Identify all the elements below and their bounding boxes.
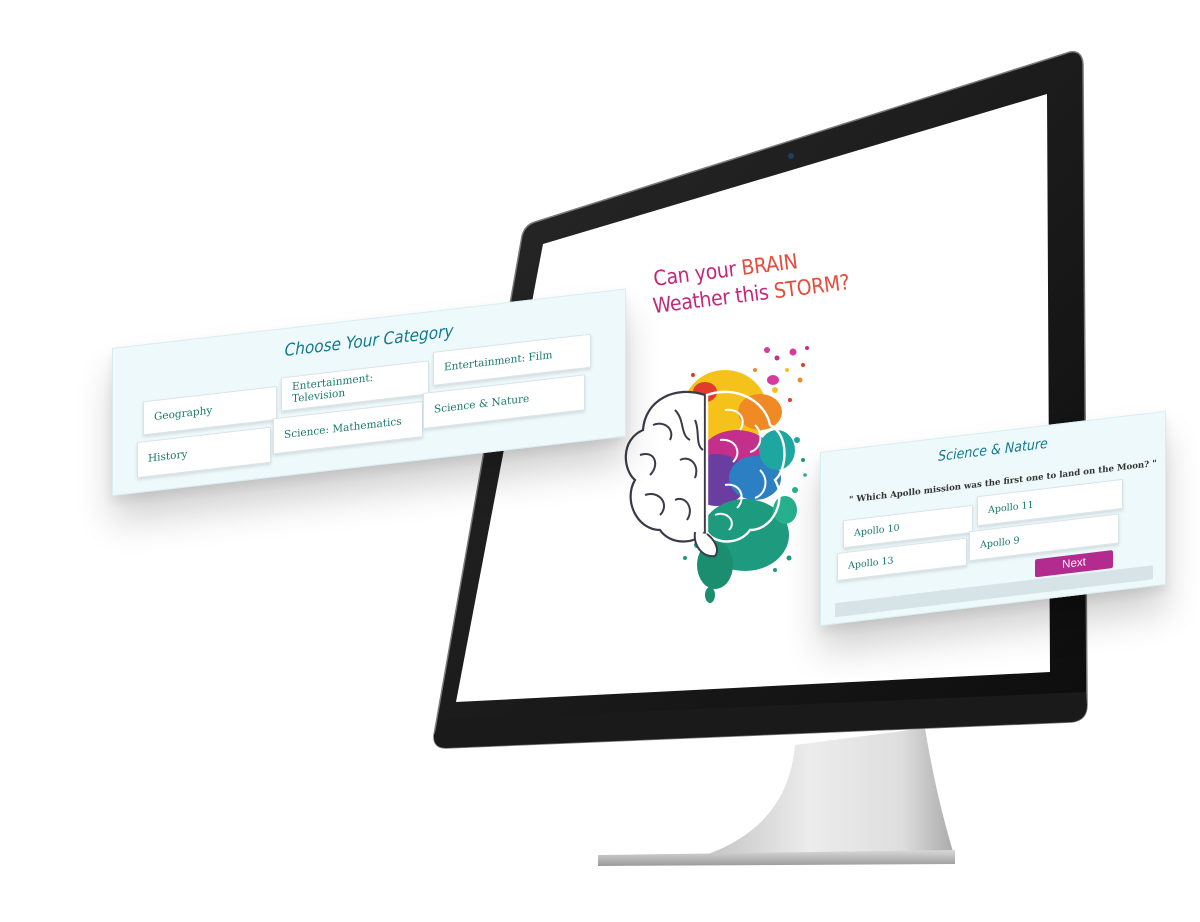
category-option[interactable]: History [137,426,271,479]
screen-tagline: Can your BRAIN Weather this STORM? [651,245,851,319]
stage: Can your BRAIN Weather this STORM? Choos… [0,0,1200,922]
